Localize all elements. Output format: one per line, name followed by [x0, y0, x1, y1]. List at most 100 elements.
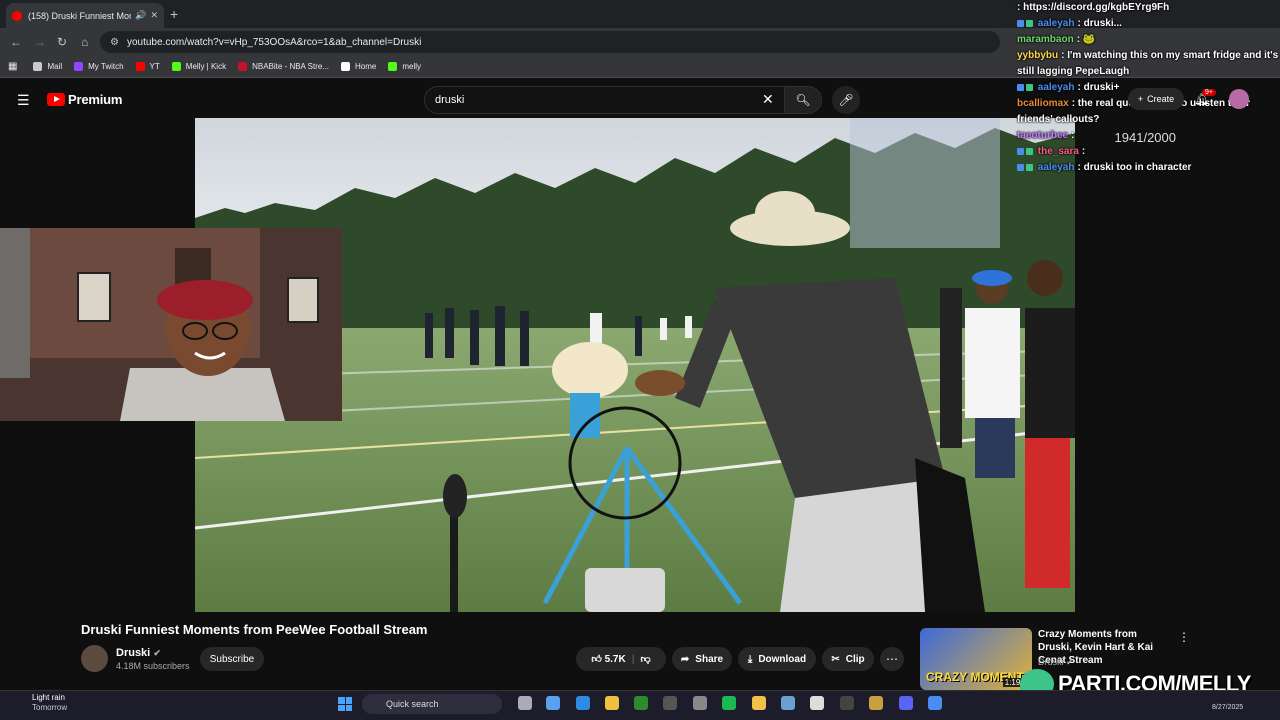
chat-message: aaleyah: druski... — [1015, 16, 1280, 32]
discord-icon[interactable] — [899, 696, 913, 710]
webcam-feed — [0, 228, 342, 421]
chat-badge-icon — [1026, 147, 1033, 155]
forward-icon[interactable]: → — [34, 35, 46, 49]
clear-search-icon[interactable]: ✕ — [762, 91, 774, 108]
youtube-favicon-icon — [12, 10, 22, 21]
bookmark-home[interactable]: Home — [341, 62, 376, 71]
webcam-overlay — [0, 228, 342, 421]
subscribe-button[interactable]: Subscribe — [200, 647, 264, 671]
recommended-channel-name: Druski ✔ — [1038, 657, 1074, 667]
kick-icon — [388, 62, 398, 71]
chat-badge-icon — [1017, 19, 1024, 27]
dislike-button[interactable]: 👎︎ — [641, 653, 651, 665]
chat-message: : https://discord.gg/kgbEYrg9Fh — [1017, 2, 1170, 13]
media-player-icon[interactable] — [810, 696, 824, 710]
download-icon: ⤓ — [747, 653, 753, 665]
kick-icon — [171, 62, 181, 71]
thumbs-up-icon: 👍︎ — [591, 654, 602, 665]
chat-message: the_sara: — [1015, 144, 1280, 160]
bookmark-melly-kick[interactable]: Melly | Kick — [171, 62, 226, 71]
video-title: Druski Funniest Moments from PeeWee Foot… — [81, 622, 428, 637]
taskbar-date: 8/27/2025 — [1212, 704, 1244, 711]
obs-icon[interactable] — [663, 696, 677, 710]
download-button[interactable]: ⤓ Download — [738, 647, 816, 671]
bookmark-yt[interactable]: YT — [135, 62, 160, 71]
account-avatar[interactable] — [1229, 89, 1249, 109]
mail-icon — [33, 62, 43, 71]
share-button[interactable]: ➦ Share — [672, 647, 732, 671]
url-input[interactable]: ⚙ youtube.com/watch?v=vHp_753OOsA&rco=1&… — [100, 31, 1000, 53]
edge-icon[interactable] — [576, 696, 590, 710]
app-icon[interactable] — [869, 696, 883, 710]
chat-badge-icon — [1026, 163, 1033, 171]
app-icon[interactable] — [781, 696, 795, 710]
new-tab-button[interactable]: + — [170, 6, 178, 22]
chrome-icon[interactable] — [752, 696, 766, 710]
bookmark-mail[interactable]: Mail — [33, 62, 62, 71]
back-icon[interactable]: ← — [10, 35, 22, 49]
like-dislike-group: 👍︎ 5.7K | 👎︎ — [576, 647, 666, 671]
youtube-icon — [135, 62, 145, 71]
reload-icon[interactable]: ↻ — [57, 35, 67, 49]
channel-name[interactable]: Druski ✔ — [116, 647, 161, 659]
browser-tab[interactable]: (158) Druski Funniest Mom 🔊 ✕ — [6, 3, 164, 28]
speaker-icon[interactable]: 🔊 — [135, 10, 146, 21]
chat-badge-icon — [1026, 19, 1033, 27]
subscriber-count: 4.18M subscribers — [116, 661, 190, 671]
search-input[interactable]: druski — [424, 86, 786, 114]
verified-icon: ✔ — [153, 648, 161, 658]
file-explorer-icon[interactable] — [605, 696, 619, 710]
chat-badge-icon — [1017, 147, 1024, 155]
recommended-video-thumbnail[interactable]: CRAZY MOMENTS 1:19:2 — [920, 628, 1032, 690]
spotify-icon[interactable] — [722, 696, 736, 710]
share-icon: ➦ — [680, 653, 690, 665]
weather-widget[interactable]: Light rain Tomorrow — [14, 693, 67, 713]
clip-button[interactable]: ✂ Clip — [822, 647, 874, 671]
app-icon[interactable] — [840, 696, 854, 710]
thumbs-down-icon: 👎︎ — [640, 654, 651, 665]
menu-icon[interactable]: ☰ — [17, 92, 30, 109]
youtube-premium-logo[interactable]: Premium — [47, 92, 122, 107]
chat-message: aaleyah: druski too in character — [1015, 160, 1280, 176]
voice-search-button[interactable]: 🎤︎ — [832, 86, 860, 114]
url-text: youtube.com/watch?v=vHp_753OOsA&rco=1&ab… — [126, 36, 422, 48]
bookmark-nbabite[interactable]: NBABite - NBA Stre... — [238, 62, 329, 71]
bookmark-my-twitch[interactable]: My Twitch — [74, 62, 124, 71]
youtube-play-icon — [47, 93, 65, 106]
chat-message: taeoturbee: — [1017, 130, 1075, 141]
search-button[interactable]: 🔍︎ — [784, 86, 822, 114]
apps-icon[interactable]: ▦ — [8, 61, 17, 72]
chat-badge-icon — [1026, 83, 1033, 91]
search-icon: 🔍︎ — [795, 93, 811, 107]
microphone-icon: 🎤︎ — [838, 93, 854, 107]
notification-count-badge: 9+ — [1202, 89, 1216, 96]
xbox-icon[interactable] — [634, 696, 648, 710]
like-button[interactable]: 👍︎ 5.7K — [591, 653, 625, 665]
app-icon[interactable] — [928, 696, 942, 710]
taskbar-search-input[interactable]: Quick search — [362, 694, 502, 714]
x-icon — [341, 62, 351, 71]
more-icon: ⋯ — [886, 652, 898, 666]
bookmark-melly[interactable]: melly — [388, 62, 421, 71]
plus-icon: + — [1137, 94, 1144, 104]
emote-icon: 🐸 — [1082, 34, 1096, 45]
chat-message: marambaon: 🐸 — [1017, 34, 1096, 45]
verified-icon: ✔ — [1066, 657, 1074, 667]
chat-badge-icon — [1017, 163, 1024, 171]
task-view-icon[interactable] — [518, 696, 532, 710]
tab-close-icon[interactable]: ✕ — [150, 10, 158, 21]
nba-icon — [238, 62, 248, 71]
store-icon[interactable] — [693, 696, 707, 710]
channel-avatar[interactable] — [81, 645, 108, 672]
scissors-icon: ✂ — [831, 653, 840, 665]
site-info-icon[interactable]: ⚙ — [110, 37, 119, 48]
create-button[interactable]: + Create — [1128, 88, 1184, 110]
copilot-icon[interactable] — [546, 696, 560, 710]
recommended-menu-icon[interactable]: ⋮ — [1178, 630, 1190, 644]
home-icon[interactable]: ⌂ — [81, 35, 88, 49]
twitch-icon — [74, 62, 84, 71]
more-actions-button[interactable]: ⋯ — [880, 647, 904, 671]
windows-start-icon[interactable] — [338, 697, 352, 711]
chat-badge-icon — [1017, 83, 1024, 91]
tab-title: (158) Druski Funniest Mom — [28, 10, 132, 21]
